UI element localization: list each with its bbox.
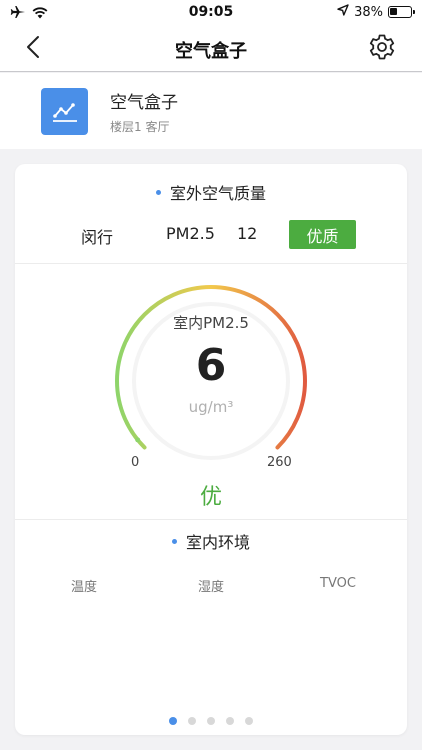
outdoor-quality-row: 闵行 PM2.5 12 优质	[15, 220, 407, 250]
env-tvoc: TVOC	[320, 576, 356, 591]
gauge-min-label: 0	[131, 455, 140, 470]
battery-icon	[388, 6, 415, 18]
page-dot[interactable]	[207, 717, 215, 725]
settings-button[interactable]	[366, 33, 398, 65]
indoor-section-title: 室内环境	[15, 529, 407, 553]
gauge-marker	[135, 437, 141, 443]
gauge-value: 6	[195, 340, 227, 391]
page-dot[interactable]	[245, 717, 253, 725]
gauge-unit: ug/m³	[188, 398, 234, 416]
quality-badge: 优质	[289, 220, 356, 249]
section-dot	[155, 190, 161, 195]
page-indicator	[15, 717, 407, 725]
divider	[15, 519, 407, 520]
device-name: 空气盒子	[110, 93, 178, 113]
page-title: 空气盒子	[175, 41, 247, 62]
gear-icon	[368, 33, 396, 65]
status-bar: 09:05 38%	[0, 0, 422, 26]
line-chart-icon	[41, 88, 88, 135]
page-dot[interactable]	[169, 717, 177, 725]
gauge-label: 室内PM2.5	[173, 314, 249, 332]
section-dot	[171, 539, 177, 544]
gauge-grade: 优	[199, 485, 222, 510]
divider	[15, 263, 407, 264]
outdoor-city: 闵行	[81, 228, 114, 247]
air-quality-card: 室外空气质量 闵行 PM2.5 12 优质 室内PM2.5 6 ug/m³ 0 …	[15, 164, 407, 735]
env-humidity: 湿度	[197, 580, 224, 595]
env-temperature: 温度	[70, 580, 97, 595]
outdoor-section-title: 室外空气质量	[15, 180, 407, 204]
gauge-max-label: 260	[267, 455, 292, 470]
outdoor-title-text: 室外空气质量	[169, 184, 266, 203]
indoor-title-text: 室内环境	[185, 533, 250, 552]
nav-bar: 空气盒子	[0, 26, 422, 72]
battery-percent: 38%	[354, 4, 383, 20]
page-dot[interactable]	[226, 717, 234, 725]
status-right: 38%	[337, 4, 415, 20]
outdoor-pm-label: PM2.5	[166, 224, 215, 243]
page-dot[interactable]	[188, 717, 196, 725]
location-arrow-icon	[337, 4, 349, 20]
device-header: 空气盒子 楼层1 客厅	[0, 73, 422, 149]
outdoor-pm-value: 12	[237, 224, 258, 243]
device-location: 楼层1 客厅	[110, 120, 170, 134]
battery-fill	[390, 8, 398, 15]
